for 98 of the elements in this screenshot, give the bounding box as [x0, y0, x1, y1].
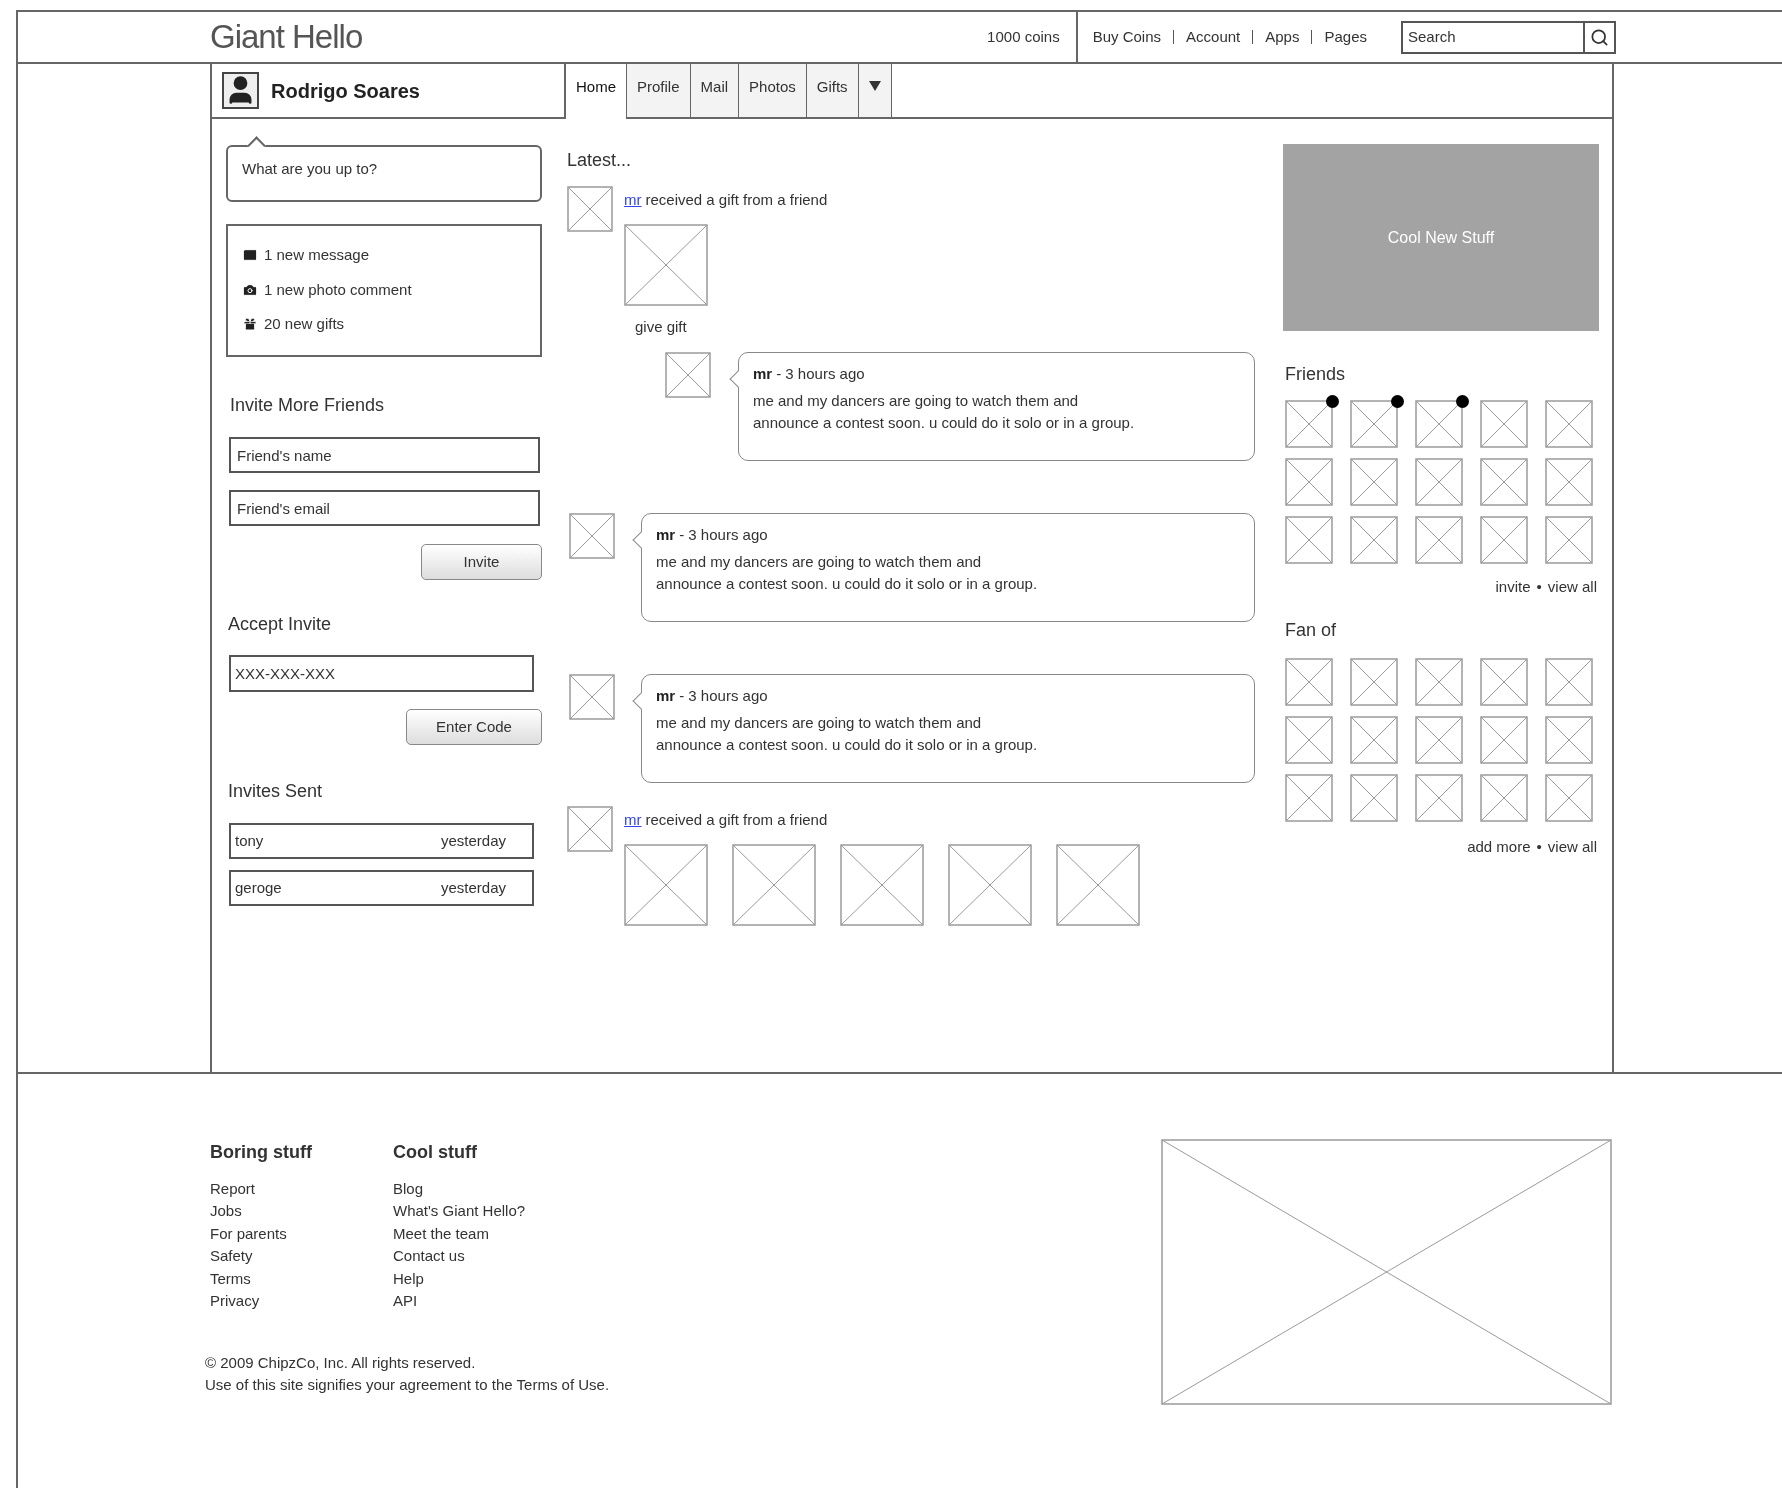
- image-placeholder: [1415, 400, 1463, 448]
- search-icon: [1590, 27, 1609, 47]
- image-placeholder: [1285, 657, 1333, 706]
- user-link[interactable]: mr: [753, 363, 773, 386]
- footer-link[interactable]: Report: [210, 1178, 256, 1201]
- invitee-name: geroge: [235, 877, 282, 898]
- footer-link[interactable]: What's Giant Hello?: [393, 1200, 526, 1223]
- image-placeholder: [1480, 773, 1528, 822]
- text-link[interactable]: invite: [1495, 576, 1531, 599]
- image-placeholder: [1350, 715, 1398, 764]
- section-title: Friends: [1285, 363, 1347, 386]
- image-placeholder: [1285, 773, 1333, 822]
- header-link[interactable]: Pages: [1324, 25, 1367, 49]
- footer-link[interactable]: Terms: [210, 1267, 251, 1291]
- footer-link[interactable]: Privacy: [210, 1290, 260, 1313]
- activity-text: received a gift from a friend: [645, 190, 828, 210]
- tab[interactable]: Photos: [739, 64, 807, 119]
- footer-link[interactable]: API: [393, 1290, 418, 1313]
- notification-link[interactable]: 1 new photo comment: [264, 278, 412, 301]
- menu-tab[interactable]: [858, 64, 892, 119]
- image-placeholder: [569, 674, 615, 720]
- footer-link[interactable]: Jobs: [210, 1200, 242, 1223]
- text-field[interactable]: Friend's name: [229, 437, 540, 473]
- section-title: Invites Sent: [228, 780, 324, 803]
- notification-link[interactable]: 20 new gifts: [264, 313, 345, 336]
- text-link[interactable]: view all: [1547, 576, 1597, 599]
- section-title: Fan of: [1285, 618, 1338, 642]
- image-placeholder: [1415, 657, 1463, 706]
- section-title: Accept Invite: [228, 613, 333, 636]
- copyright-text: Use of this site signifies your agreement to the Terms of Use.: [205, 1375, 611, 1396]
- caret-down-icon: [868, 81, 881, 91]
- gift-icon: [242, 316, 258, 333]
- separator-dot: •: [1536, 577, 1542, 597]
- image-placeholder: [567, 806, 613, 852]
- promo-text: Cool New Stuff: [1387, 227, 1495, 248]
- image-placeholder: [569, 513, 615, 559]
- text-link[interactable]: view all: [1547, 835, 1597, 858]
- footer-link[interactable]: Contact us: [393, 1245, 465, 1268]
- header-link[interactable]: Buy Coins: [1092, 25, 1162, 49]
- notification-link[interactable]: 1 new message: [264, 244, 370, 267]
- image-placeholder: [1350, 657, 1398, 706]
- image-placeholder: [1350, 400, 1398, 448]
- user-link[interactable]: mr: [624, 189, 642, 212]
- feed-title: Latest...: [567, 149, 633, 172]
- image-placeholder: [1285, 715, 1333, 764]
- avatar-icon: [222, 72, 259, 109]
- image-placeholder: [567, 186, 613, 232]
- invite-date: yesterday: [440, 830, 507, 851]
- give-gift-link[interactable]: give gift: [635, 315, 687, 338]
- footer-link[interactable]: Meet the team: [393, 1222, 489, 1246]
- image-placeholder: [1415, 773, 1463, 822]
- text-link[interactable]: add more: [1467, 835, 1531, 858]
- footer-heading: Cool stuff: [393, 1141, 478, 1164]
- coins-count: 1000 coins: [987, 26, 1060, 47]
- site-logo[interactable]: Giant Hello: [210, 12, 363, 62]
- user-link[interactable]: mr: [624, 809, 642, 832]
- footer-heading: Boring stuff: [210, 1141, 313, 1164]
- section-title: Invite More Friends: [230, 394, 386, 417]
- invite-date: yesterday: [440, 877, 507, 898]
- image-placeholder: [665, 352, 711, 398]
- invite-button[interactable]: Invite: [421, 544, 542, 580]
- post-time: - 3 hours ago: [679, 686, 768, 706]
- image-placeholder: [1415, 715, 1463, 764]
- header-link[interactable]: Account: [1186, 25, 1241, 49]
- image-placeholder: [1285, 400, 1333, 448]
- comment-text: me and my dancers are going to watch them and announce a contest soon. u could do it solo or in a group.: [753, 390, 1136, 433]
- header-link[interactable]: Apps: [1265, 25, 1300, 49]
- post-time: - 3 hours ago: [679, 525, 768, 545]
- post-time: - 3 hours ago: [776, 364, 865, 384]
- footer-link[interactable]: Safety: [210, 1245, 253, 1268]
- footer-link[interactable]: Blog: [393, 1178, 424, 1201]
- photo-icon: [242, 281, 258, 298]
- image-placeholder: [1480, 715, 1528, 764]
- profile-name[interactable]: Rodrigo Soares: [271, 75, 420, 106]
- search-box[interactable]: Search: [1401, 20, 1616, 54]
- status-field[interactable]: What are you up to?: [228, 147, 540, 200]
- image-placeholder: [1350, 773, 1398, 822]
- invitee-name: tony: [235, 830, 264, 851]
- activity-text: received a gift from a friend: [645, 810, 828, 830]
- tab[interactable]: Gifts: [806, 64, 859, 119]
- tab[interactable]: Mail: [690, 64, 740, 119]
- text-field[interactable]: Friend's email: [229, 490, 540, 526]
- image-placeholder: [1545, 657, 1593, 706]
- user-link[interactable]: mr: [656, 685, 676, 708]
- search-field[interactable]: Search: [1403, 22, 1583, 52]
- tab[interactable]: Profile: [627, 64, 691, 119]
- comment-text: me and my dancers are going to watch them and announce a contest soon. u could do it solo or in a group.: [656, 712, 1039, 755]
- footer-link[interactable]: For parents: [210, 1222, 287, 1246]
- footer-link[interactable]: Help: [393, 1267, 424, 1291]
- image-placeholder: [1545, 715, 1593, 764]
- user-link[interactable]: mr: [656, 524, 676, 547]
- comment-text: me and my dancers are going to watch them and announce a contest soon. u could do it solo or in a group.: [656, 551, 1039, 594]
- copyright-text: © 2009 ChipzCo, Inc. All rights reserved.: [205, 1353, 477, 1374]
- image-placeholder: [1545, 773, 1593, 822]
- separator-dot: •: [1536, 836, 1542, 857]
- enter-code-button[interactable]: Enter Code: [406, 709, 542, 745]
- code-field[interactable]: XXX-XXX-XXX: [229, 655, 534, 692]
- image-placeholder: [1480, 657, 1528, 706]
